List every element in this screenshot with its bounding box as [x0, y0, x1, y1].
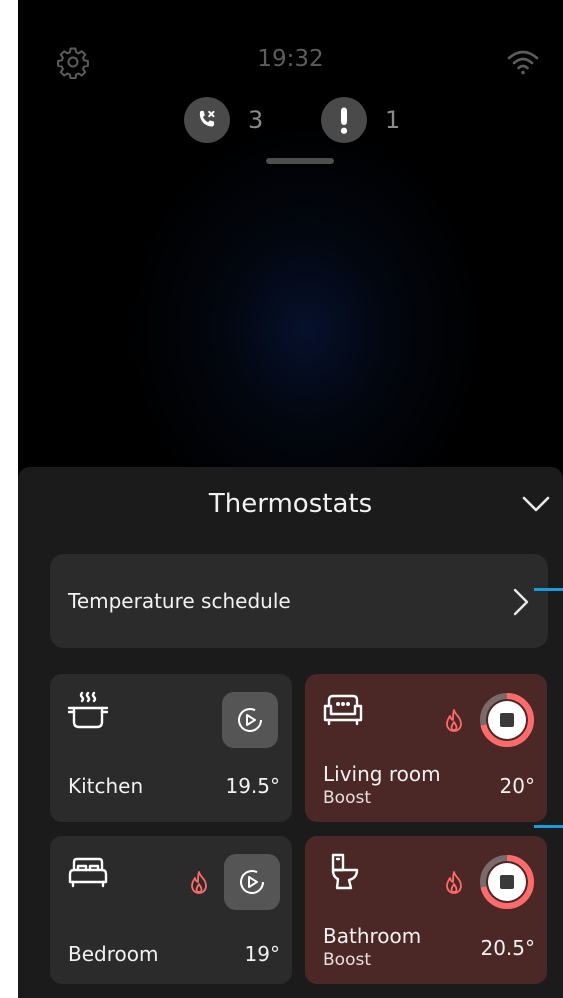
toilet-icon [331, 853, 359, 890]
flame-icon [446, 871, 462, 894]
bed-icon [68, 857, 108, 888]
screen: 19:32 3 1 Thermostats Temperature schedu… [18, 0, 563, 998]
room-temperature: 19° [244, 942, 280, 966]
missed-call-icon [184, 97, 230, 143]
room-card-bathroom[interactable]: Bathroom Boost 20.5° [305, 836, 547, 984]
stop-boost-button[interactable] [479, 692, 535, 748]
play-circle-icon [238, 708, 262, 732]
scroll-edge-indicator [534, 825, 563, 828]
flame-icon [191, 871, 207, 894]
play-circle-icon [240, 870, 264, 894]
missed-calls-indicator[interactable]: 3 [184, 97, 263, 143]
room-temperature: 20° [499, 774, 535, 798]
room-name: Bathroom [323, 924, 422, 948]
room-card-bedroom[interactable]: Bedroom 19° [50, 836, 292, 984]
room-temperature: 19.5° [225, 774, 280, 798]
alerts-indicator[interactable]: 1 [321, 97, 400, 143]
sofa-icon [323, 694, 363, 726]
alert-exclamation-icon [321, 97, 367, 143]
stop-boost-button[interactable] [479, 854, 535, 910]
room-mode: Boost [323, 788, 371, 808]
room-name: Living room [323, 762, 441, 786]
sheet-title: Thermostats [208, 489, 373, 519]
room-temperature: 20.5° [480, 936, 535, 960]
wifi-icon [507, 50, 539, 75]
resume-schedule-button[interactable] [222, 692, 278, 748]
scroll-edge-indicator [534, 588, 563, 591]
collapse-chevron-icon[interactable] [520, 492, 552, 516]
cooking-pot-icon [67, 691, 109, 729]
resume-schedule-button[interactable] [224, 854, 280, 910]
room-card-kitchen[interactable]: Kitchen 19.5° [50, 674, 292, 822]
chevron-right-icon [513, 588, 529, 616]
clock: 19:32 [257, 46, 324, 72]
temperature-schedule-row[interactable]: Temperature schedule [50, 554, 548, 648]
missed-calls-count: 3 [248, 106, 264, 134]
room-name: Bedroom [68, 942, 159, 966]
room-mode: Boost [323, 950, 371, 970]
flame-icon [446, 709, 462, 732]
room-name: Kitchen [68, 774, 144, 798]
alerts-count: 1 [385, 106, 401, 134]
drag-handle[interactable] [266, 158, 334, 164]
schedule-label: Temperature schedule [68, 589, 291, 613]
room-card-living-room[interactable]: Living room Boost 20° [305, 674, 547, 822]
